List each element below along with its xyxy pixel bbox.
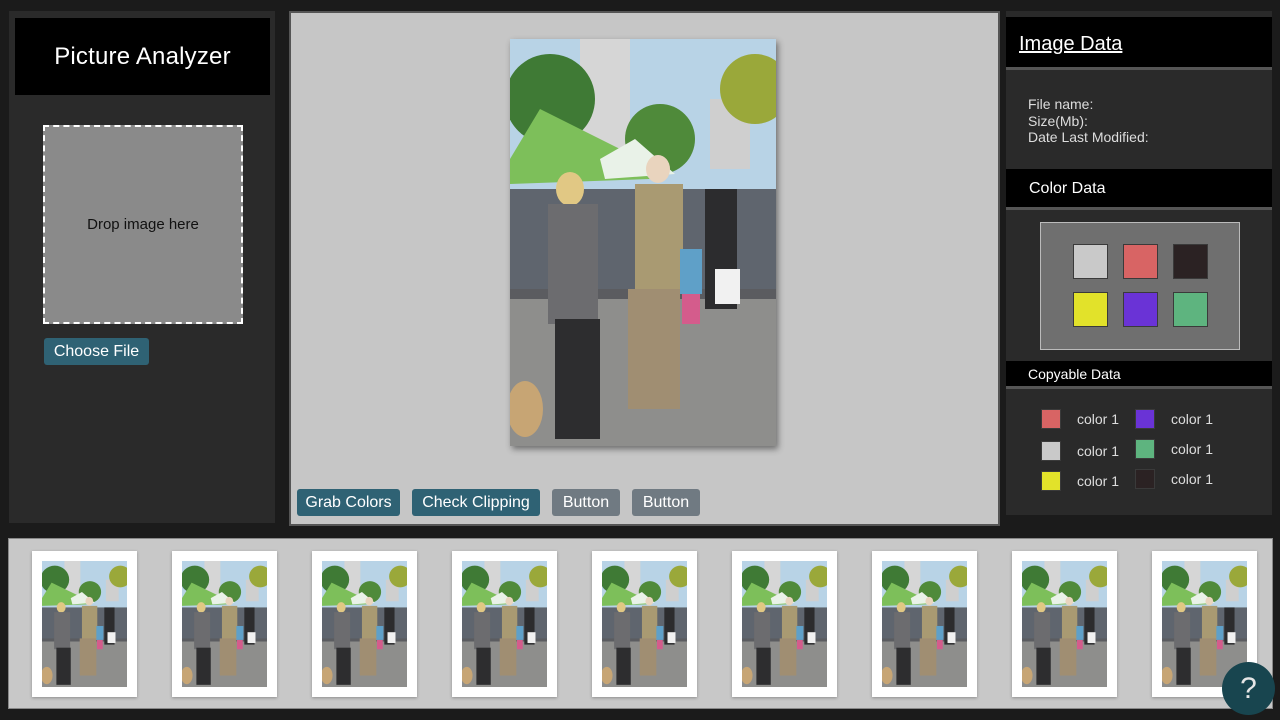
thumbnail-image [42,561,127,687]
color-label: color 1 [1077,443,1120,459]
main-image [510,39,776,446]
image-viewer-panel: Grab Colors Check Clipping Button Button [289,11,1000,526]
help-button[interactable]: ? [1222,662,1275,715]
thumbnail[interactable] [312,551,417,697]
size-label: Size(Mb): [1028,112,1088,129]
copyable-color-item[interactable]: color 1 [1135,439,1213,459]
thumbnail-image [1022,561,1107,687]
color-data-header: Color Data [1006,169,1272,207]
color-chip [1041,409,1061,429]
copyable-color-item[interactable]: color 1 [1041,471,1119,491]
image-data-title[interactable]: Image Data [1019,33,1122,56]
image-info: File name: Size(Mb): Date Last Modified: [1028,96,1149,146]
copyable-color-item[interactable]: color 1 [1135,469,1213,489]
palette-swatch[interactable] [1173,244,1208,279]
copyable-color-item[interactable]: color 1 [1135,409,1213,429]
app-title: Picture Analyzer [15,18,270,95]
color-label: color 1 [1171,411,1214,427]
check-clipping-button[interactable]: Check Clipping [412,489,540,516]
thumbnail-image [742,561,827,687]
palette-swatch[interactable] [1123,244,1158,279]
generic-button-1[interactable]: Button [552,489,620,516]
thumbnail-filmstrip [8,538,1273,709]
palette-swatch[interactable] [1073,244,1108,279]
thumbnail[interactable] [172,551,277,697]
copyable-color-item[interactable]: color 1 [1041,409,1119,429]
file-name-label: File name: [1028,96,1094,112]
thumbnail[interactable] [1012,551,1117,697]
generic-button-2[interactable]: Button [632,489,700,516]
color-palette [1040,222,1240,350]
color-chip [1041,441,1061,461]
copyable-data-title: Copyable Data [1028,366,1121,382]
thumbnail[interactable] [872,551,977,697]
color-label: color 1 [1077,411,1120,427]
divider [1006,386,1272,389]
color-label: color 1 [1077,473,1120,489]
upload-panel: Picture Analyzer Drop image here Choose … [9,11,275,523]
data-panel: Image Data File name: Size(Mb): Date Las… [1006,11,1272,515]
color-chip [1135,439,1155,459]
palette-swatch[interactable] [1073,292,1108,327]
drop-zone-label: Drop image here [87,216,199,233]
thumbnail[interactable] [732,551,837,697]
thumbnail-image [462,561,547,687]
color-chip [1041,471,1061,491]
image-drop-zone[interactable]: Drop image here [43,125,243,324]
grab-colors-button[interactable]: Grab Colors [297,489,400,516]
palette-swatch[interactable] [1173,292,1208,327]
image-data-header: Image Data [1006,17,1272,67]
thumbnail[interactable] [452,551,557,697]
thumbnail[interactable] [592,551,697,697]
color-chip [1135,469,1155,489]
thumbnail-image [322,561,407,687]
divider [1006,67,1272,70]
copyable-data-header: Copyable Data [1006,361,1272,386]
color-label: color 1 [1171,441,1214,457]
thumbnail[interactable] [32,551,137,697]
color-chip [1135,409,1155,429]
thumbnail-image [182,561,267,687]
copyable-color-item[interactable]: color 1 [1041,441,1119,461]
thumbnail-image [882,561,967,687]
date-modified-label: Date Last Modified: [1028,129,1149,145]
color-data-title: Color Data [1029,180,1106,197]
divider [1006,207,1272,210]
choose-file-button[interactable]: Choose File [44,338,149,365]
palette-swatch[interactable] [1123,292,1158,327]
color-label: color 1 [1171,471,1214,487]
thumbnail-image [602,561,687,687]
